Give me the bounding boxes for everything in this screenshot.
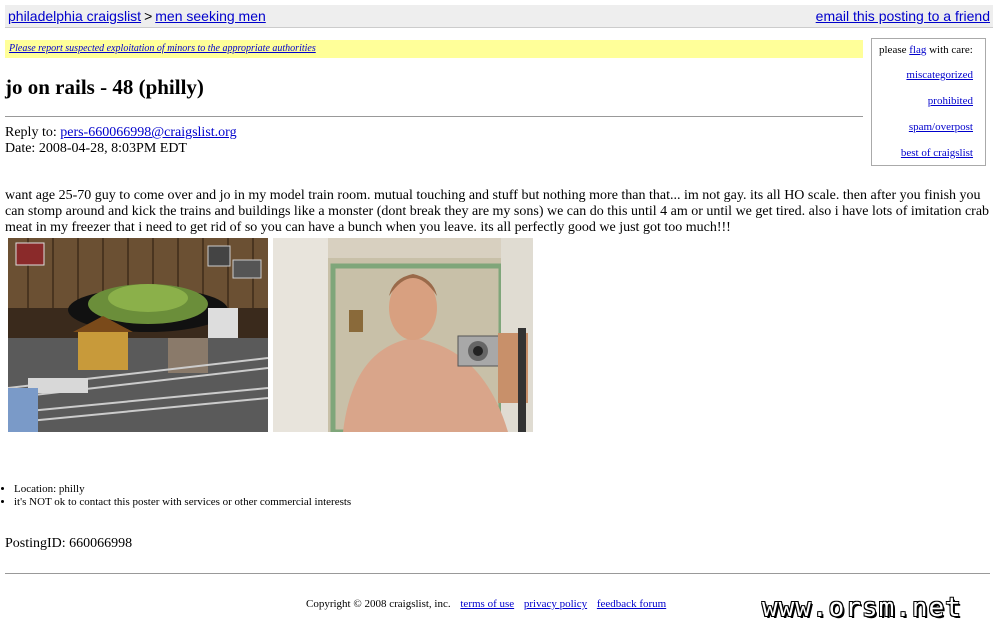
posting-body: want age 25-70 guy to come over and jo i… [5,188,990,235]
breadcrumb-separator: > [144,8,153,24]
copyright: Copyright © 2008 craigslist, inc. [306,598,451,610]
feedback-link[interactable]: feedback forum [597,598,666,610]
flag-prohibited[interactable]: prohibited [928,95,973,107]
terms-link[interactable]: terms of use [460,598,514,610]
report-exploitation-link[interactable]: Please report suspected exploitation of … [9,43,316,54]
posting-title: jo on rails - 48 (philly) [5,75,204,99]
title-divider [5,116,863,117]
flag-spam[interactable]: spam/overpost [909,121,973,133]
flag-link[interactable]: flag [909,44,926,56]
posting-info-list: Location: philly it's NOT ok to contact … [0,483,351,509]
reply-email-link[interactable]: pers-660066998@craigslist.org [60,125,236,140]
train-layout-photo[interactable] [8,238,268,432]
footer-divider [5,573,990,574]
location-item: Location: philly [14,483,351,496]
privacy-link[interactable]: privacy policy [524,598,587,610]
reply-info: Reply to: pers-660066998@craigslist.org … [5,125,237,157]
posting-id: PostingID: 660066998 [5,536,133,551]
flag-header-suffix: with care: [929,44,973,56]
warning-banner: Please report suspected exploitation of … [5,40,863,58]
flag-best-of[interactable]: best of craigslist [901,147,973,159]
category-link[interactable]: men seeking men [155,8,266,24]
watermark: www.orsm.net [762,593,962,623]
flag-miscategorized[interactable]: miscategorized [906,69,973,81]
footer: Copyright © 2008 craigslist, inc. terms … [306,598,666,610]
commercial-notice-item: it's NOT ok to contact this poster with … [14,496,351,509]
posting-date: Date: 2008-04-28, 8:03PM EDT [5,141,187,156]
site-link[interactable]: philadelphia craigslist [8,8,141,24]
reply-label: Reply to: [5,125,57,140]
man-with-camera-photo[interactable] [273,238,533,432]
flag-header-prefix: please [879,44,907,56]
flag-box: please flag with care: miscategorized pr… [871,38,986,166]
flag-header: please flag with care: [879,44,973,56]
email-friend-link[interactable]: email this posting to a friend [816,8,990,24]
top-nav-bar: philadelphia craigslist > men seeking men … [5,5,993,28]
